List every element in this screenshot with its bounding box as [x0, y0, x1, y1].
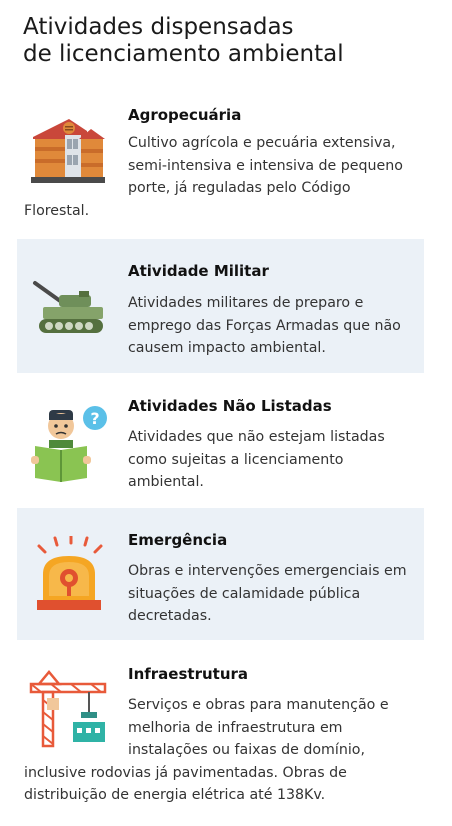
item-description: Atividades que não estejam listadas como… — [128, 429, 385, 491]
item-title: Infraestrutura — [128, 665, 249, 683]
item-description: Serviços e obras para manutenção e melho… — [24, 697, 389, 804]
item-emergencia: Emergência Obras e intervenções emergenc… — [17, 508, 424, 640]
item-description: Obras e intervenções emergenciais em sit… — [128, 563, 407, 625]
item-title: Emergência — [128, 531, 228, 549]
page-title: Atividades dispensadas de licenciamento … — [23, 14, 423, 68]
item-atividade-militar: Atividade Militar Atividades militares d… — [17, 239, 424, 373]
item-description: Cultivo agrícola e pecuária extensiva, s… — [24, 135, 403, 219]
item-infraestrutura: Infraestrutura Serviços e obras para man… — [17, 644, 424, 820]
page-title-line-1: Atividades dispensadas — [23, 14, 294, 40]
item-agropecuaria: Agropecuária Cultivo agrícola e pecuária… — [17, 97, 424, 235]
item-atividades-nao-listadas: ? Atividades Não Listadas Atividades que… — [17, 376, 424, 504]
item-title: Atividades Não Listadas — [128, 397, 332, 415]
item-title: Atividade Militar — [128, 262, 269, 280]
item-title: Agropecuária — [128, 106, 242, 124]
item-description: Atividades militares de preparo e empreg… — [128, 295, 401, 357]
page-title-line-2: de licenciamento ambiental — [23, 41, 344, 67]
